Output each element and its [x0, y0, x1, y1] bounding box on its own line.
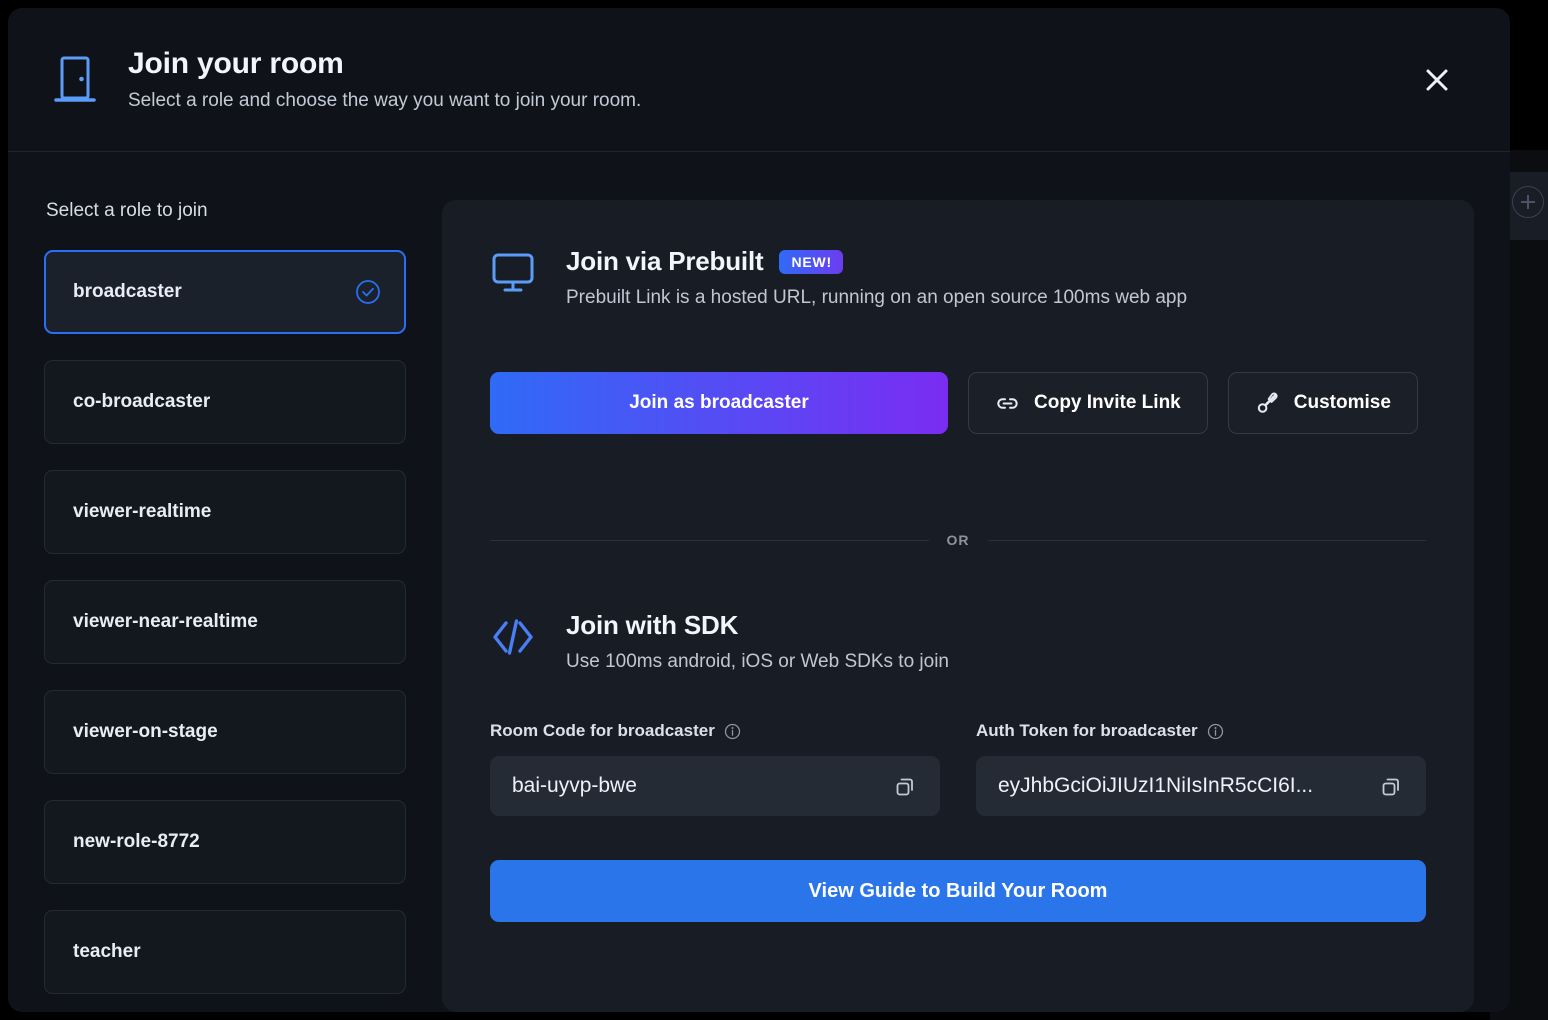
sidebar-item-viewer-realtime[interactable]: viewer-realtime	[44, 470, 406, 554]
role-label: viewer-realtime	[73, 501, 212, 522]
copy-icon	[1382, 778, 1399, 796]
divider-line-right	[987, 539, 1426, 541]
header-text-group: Join your room Select a role and choose …	[128, 47, 641, 112]
page-subtitle: Select a role and choose the way you wan…	[128, 90, 642, 111]
join-room-modal: Join your room Select a role and choose …	[8, 8, 1510, 1012]
divider-line-left	[490, 539, 929, 541]
prebuilt-title: Join via Prebuilt	[566, 246, 764, 276]
join-as-role-button[interactable]: Join as broadcaster	[490, 372, 948, 434]
room-code-label: Room Code for broadcaster	[490, 721, 715, 740]
role-list-title: Select a role to join	[46, 200, 208, 221]
auth-token-input[interactable]: eyJhbGciOiJIUzI1NiIsInR5cCI6I...	[976, 756, 1426, 816]
sdk-section-header: Join with SDK Use 100ms android, iOS or …	[490, 610, 1426, 673]
sidebar-item-broadcaster[interactable]: broadcaster	[44, 250, 406, 334]
join-options-panel: Join via Prebuilt NEW! Prebuilt Link is …	[442, 200, 1474, 1012]
room-code-field: Room Code for broadcaster bai-uyvp-bwe	[490, 721, 940, 816]
check-circle-icon	[356, 280, 380, 304]
page-title: Join your room	[128, 47, 344, 80]
auth-token-label-group: Auth Token for broadcaster	[976, 721, 1426, 741]
copy-invite-link-label: Copy Invite Link	[1034, 392, 1181, 413]
sidebar-item-viewer-near-realtime[interactable]: viewer-near-realtime	[44, 580, 406, 664]
role-list-column: Select a role to join broadcaster co-bro…	[44, 200, 442, 1012]
status-badge: NEW!	[779, 249, 843, 274]
sdk-subtitle: Use 100ms android, iOS or Web SDKs to jo…	[566, 651, 949, 672]
copy-room-code-button[interactable]	[889, 769, 923, 803]
role-label: co-broadcaster	[73, 391, 211, 412]
room-code-value: bai-uyvp-bwe	[512, 774, 637, 797]
modal-body: Select a role to join broadcaster co-bro…	[8, 152, 1510, 1012]
copy-icon	[896, 778, 913, 796]
room-code-label-group: Room Code for broadcaster	[490, 721, 940, 741]
room-code-input[interactable]: bai-uyvp-bwe	[490, 756, 940, 816]
auth-token-value: eyJhbGciOiJIUzI1NiIsInR5cCI6I...	[998, 774, 1314, 797]
monitor-icon	[492, 253, 534, 292]
role-label: teacher	[73, 941, 141, 962]
view-guide-button[interactable]: View Guide to Build Your Room	[490, 860, 1426, 922]
code-icon	[493, 619, 533, 655]
modal-header: Join your room Select a role and choose …	[8, 8, 1510, 152]
info-icon[interactable]	[724, 723, 741, 740]
close-icon	[1426, 69, 1448, 90]
copy-invite-link-button[interactable]: Copy Invite Link	[968, 372, 1208, 434]
plus-circle-icon[interactable]	[1512, 186, 1544, 218]
brush-icon	[1257, 392, 1278, 413]
role-label: broadcaster	[73, 281, 182, 302]
sidebar-item-new-role-8772[interactable]: new-role-8772	[44, 800, 406, 884]
role-label: viewer-on-stage	[73, 721, 218, 742]
prebuilt-section-header: Join via Prebuilt NEW! Prebuilt Link is …	[490, 246, 1426, 309]
role-label: new-role-8772	[73, 831, 200, 852]
customise-button[interactable]: Customise	[1227, 372, 1418, 434]
credentials-row: Room Code for broadcaster bai-uyvp-bwe A…	[490, 721, 1426, 816]
or-divider: OR	[490, 532, 1426, 548]
info-icon[interactable]	[1207, 723, 1224, 740]
customise-label: Customise	[1293, 392, 1391, 413]
prebuilt-actions: Join as broadcaster Copy Invite Link Cus…	[490, 372, 1426, 434]
sidebar-item-co-broadcaster[interactable]: co-broadcaster	[44, 360, 406, 444]
close-button[interactable]	[1416, 59, 1458, 101]
door-icon	[54, 56, 96, 102]
sidebar-item-viewer-on-stage[interactable]: viewer-on-stage	[44, 690, 406, 774]
role-label: viewer-near-realtime	[73, 611, 258, 632]
prebuilt-subtitle: Prebuilt Link is a hosted URL, running o…	[566, 287, 1188, 308]
copy-auth-token-button[interactable]	[1375, 769, 1409, 803]
sidebar-item-teacher[interactable]: teacher	[44, 910, 406, 994]
sdk-title: Join with SDK	[566, 610, 739, 640]
auth-token-field: Auth Token for broadcaster eyJhbGciOiJIU…	[976, 721, 1426, 816]
screen: Join your room Select a role and choose …	[0, 0, 1548, 1020]
link-icon	[997, 397, 1018, 409]
divider-label: OR	[946, 532, 970, 548]
auth-token-label: Auth Token for broadcaster	[976, 721, 1198, 740]
